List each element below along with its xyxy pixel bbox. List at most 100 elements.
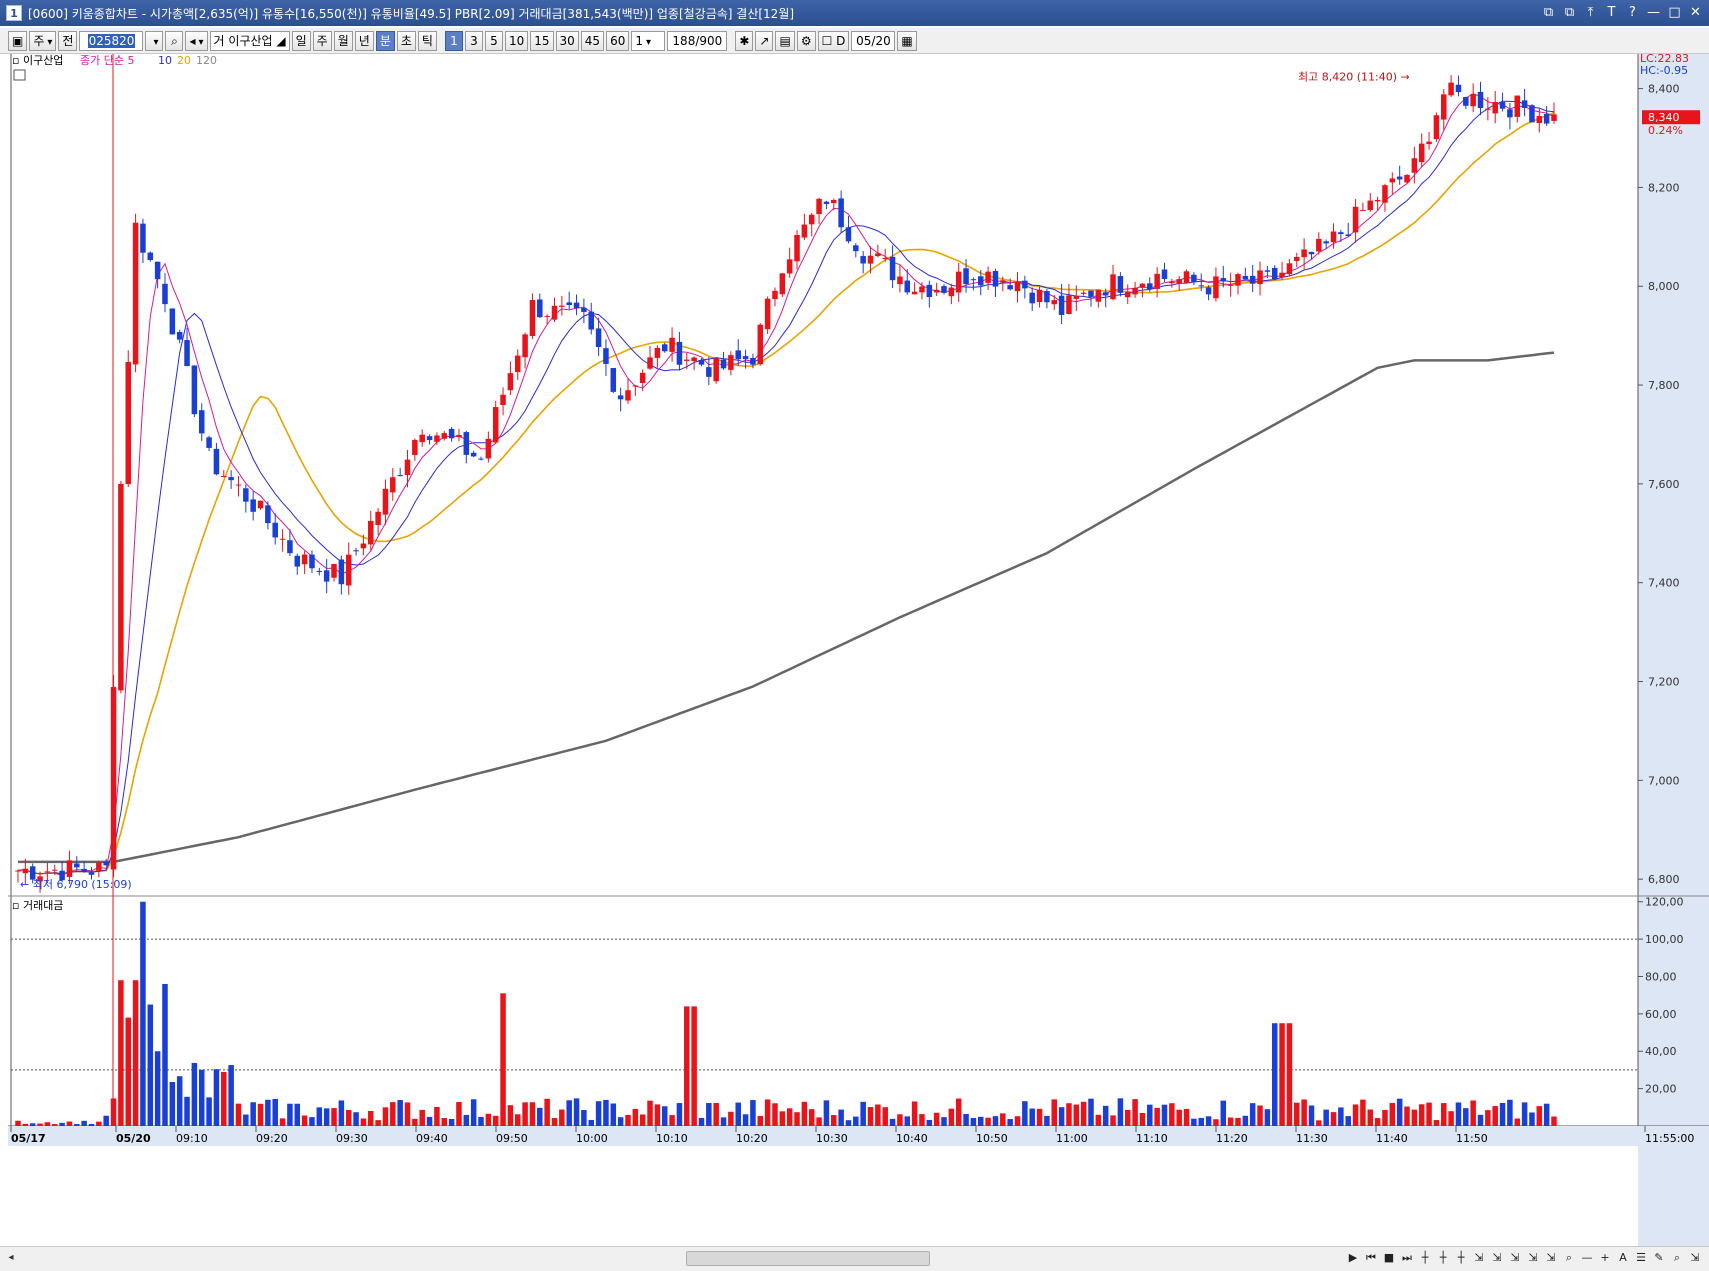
candle-body: [1411, 158, 1418, 173]
layout-icon[interactable]: ▣: [8, 30, 28, 51]
drawing-icon[interactable]: ↗: [755, 30, 774, 51]
period-year[interactable]: 년: [354, 30, 374, 51]
volume-bar: [1485, 1110, 1491, 1126]
chart-scrollbar[interactable]: ◂ ▶ ⏮ ■ ⏭ ┼ ┼ ┼ ⇲ ⇲ ⇲ ⇲ ⇲ ⌕ — + A ☰ ✎ ⌕ …: [0, 1246, 1709, 1271]
help-icon[interactable]: ?: [1623, 3, 1642, 22]
font-icon[interactable]: T: [1602, 3, 1621, 22]
date-input[interactable]: 05/20: [851, 30, 896, 51]
volume-bar: [1088, 1098, 1094, 1126]
volume-bar: [507, 1105, 514, 1126]
volume-bar: [191, 1062, 198, 1126]
expand-icon[interactable]: ⇲: [1687, 1249, 1703, 1267]
all-toggle[interactable]: 전: [58, 30, 78, 51]
interval-15[interactable]: 15: [530, 30, 554, 51]
volume-bar: [470, 1099, 477, 1126]
period-day[interactable]: 일: [291, 30, 311, 51]
layout-e-icon[interactable]: ⇲: [1543, 1249, 1559, 1267]
copy-window-icon[interactable]: ⧉: [1560, 3, 1579, 22]
volume-bar: [595, 1101, 602, 1126]
legend-ma10: 10: [158, 54, 172, 67]
volume-bar: [118, 980, 124, 1126]
minimize-button[interactable]: —: [1644, 3, 1663, 22]
interval-10[interactable]: 10: [504, 30, 529, 51]
interval-60[interactable]: 60: [606, 30, 630, 51]
candle-body: [338, 559, 345, 585]
forward-icon[interactable]: ⏭: [1399, 1249, 1415, 1267]
text-icon[interactable]: A: [1615, 1249, 1631, 1267]
volume-bar: [1330, 1112, 1337, 1126]
zoom-out-icon[interactable]: —: [1579, 1249, 1595, 1267]
indicator-icon[interactable]: ✱: [735, 30, 754, 51]
volume-pane-label: ▫ 거래대금: [12, 899, 63, 912]
x-tick-label: 11:00: [1056, 1132, 1088, 1145]
link-icon[interactable]: ⧉: [1539, 3, 1558, 22]
price-tick-label: 8,200: [1648, 181, 1680, 194]
candle-body: [735, 350, 741, 360]
candle-body: [1154, 273, 1160, 289]
period-second[interactable]: 초: [396, 30, 416, 51]
period-tick[interactable]: 틱: [417, 30, 437, 51]
interval-45[interactable]: 45: [580, 30, 605, 51]
x-tick-label: 09:30: [336, 1132, 368, 1145]
volume-bar: [441, 1118, 448, 1126]
zoom-icon[interactable]: ⌕: [1561, 1249, 1577, 1267]
pen-icon[interactable]: ✎: [1651, 1249, 1667, 1267]
stock-name-field[interactable]: 거 이구산업 ◢: [209, 30, 290, 51]
layout-d-icon[interactable]: ⇲: [1525, 1249, 1541, 1267]
volume-bar: [1257, 1105, 1263, 1126]
crossline-icon[interactable]: ┼: [1453, 1249, 1469, 1267]
volume-bar: [978, 1116, 984, 1126]
candle-body: [1132, 287, 1138, 295]
settings-icon[interactable]: ⚙: [796, 30, 816, 51]
market-select[interactable]: 주: [29, 30, 57, 51]
calendar-icon[interactable]: ▦: [897, 30, 917, 51]
period-month[interactable]: 월: [333, 30, 353, 51]
volume-bar: [742, 1114, 749, 1126]
layout-b-icon[interactable]: ⇲: [1489, 1249, 1505, 1267]
scroll-thumb[interactable]: [686, 1251, 930, 1266]
search-small-icon[interactable]: ⌕: [1669, 1249, 1685, 1267]
code-dropdown[interactable]: [145, 30, 164, 51]
play-icon[interactable]: ▶: [1345, 1249, 1361, 1267]
volume-tick-label: 80,00: [1645, 970, 1677, 983]
layout-c-icon[interactable]: ⇲: [1507, 1249, 1523, 1267]
stock-code-input[interactable]: 025820: [79, 30, 144, 51]
stop-icon[interactable]: ■: [1381, 1249, 1397, 1267]
interval-30[interactable]: 30: [555, 30, 579, 51]
volume-tick-label: 40,00: [1645, 1045, 1677, 1058]
interval-5[interactable]: 5: [484, 30, 503, 51]
volume-bar: [390, 1102, 396, 1126]
save-icon[interactable]: ▤: [775, 30, 795, 51]
sound-icon[interactable]: ◂: [185, 30, 208, 51]
candle-body: [1330, 231, 1337, 243]
multiplier-select[interactable]: 1: [631, 30, 666, 51]
search-icon[interactable]: ⌕: [165, 30, 184, 51]
zoom-in-icon[interactable]: +: [1597, 1249, 1613, 1267]
candle-body: [581, 307, 587, 312]
period-week[interactable]: 주: [312, 30, 332, 51]
gridline-icon[interactable]: ┼: [1435, 1249, 1451, 1267]
interval-3[interactable]: 3: [464, 30, 483, 51]
interval-1[interactable]: 1: [444, 30, 463, 51]
close-button[interactable]: ✕: [1686, 3, 1705, 22]
candle-body: [875, 253, 881, 257]
candle-body: [1499, 102, 1506, 109]
list-icon[interactable]: ☰: [1633, 1249, 1649, 1267]
rewind-icon[interactable]: ⏮: [1363, 1249, 1379, 1267]
volume-bar: [1316, 1120, 1322, 1126]
crosshair-icon[interactable]: ┼: [1417, 1249, 1433, 1267]
app-icon[interactable]: 1: [6, 5, 22, 21]
maximize-button[interactable]: □: [1665, 3, 1684, 22]
candle-body: [1264, 270, 1271, 272]
bar-count[interactable]: 188/900: [667, 30, 728, 51]
candle-body: [970, 279, 977, 281]
candle-body: [537, 299, 543, 318]
pin-icon[interactable]: ⤒: [1581, 3, 1600, 22]
period-minute[interactable]: 분: [375, 30, 395, 51]
price-chart-svg[interactable]: 8,400 8,200 8,000 7,800 7,600 7,400 7,200 7,000…: [8, 54, 1709, 1246]
scroll-left-icon[interactable]: ◂: [4, 1251, 18, 1265]
layout-a-icon[interactable]: ⇲: [1471, 1249, 1487, 1267]
chart-area[interactable]: 8,400 8,200 8,000 7,800 7,600 7,400 7,200 7,000…: [8, 54, 1709, 1246]
date-checkbox[interactable]: ☐ D: [817, 30, 850, 51]
x-tick-label: 09:20: [256, 1132, 288, 1145]
